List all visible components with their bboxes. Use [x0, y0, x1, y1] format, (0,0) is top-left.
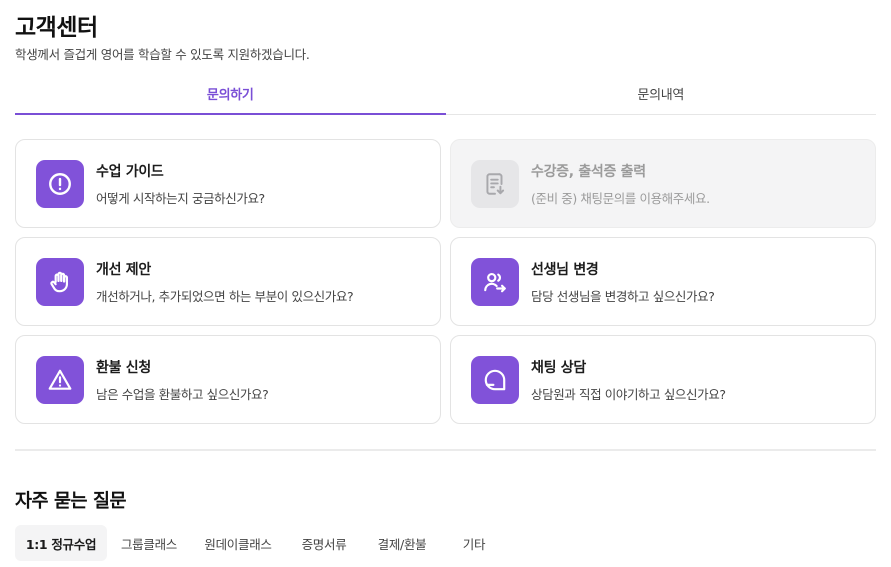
card-description: 담당 선생님을 변경하고 싶으신가요? [531, 288, 715, 304]
faq-tab-group-class[interactable]: 그룹클래스 [107, 525, 191, 561]
card-title: 수업 가이드 [96, 163, 164, 180]
inquiry-tabs: 문의하기 문의내역 [15, 72, 876, 115]
card-description: 개선하거나, 추가되었으면 하는 부분이 있으신가요? [96, 288, 354, 304]
card-description: (준비 중) 채팅문의를 이용해주세요. [531, 190, 710, 206]
user-switch-icon [471, 257, 519, 306]
card-description: 상담원과 직접 이야기하고 싶으신가요? [531, 386, 726, 402]
exclamation-circle-icon [36, 159, 84, 208]
faq-category-tabs: 1:1 정규수업 그룹클래스 원데이클래스 증명서류 결제/환불 기타 [15, 525, 507, 561]
page-title: 고객센터 [15, 15, 98, 41]
card-teacher-change[interactable]: 선생님 변경 담당 선생님을 변경하고 싶으신가요? [450, 237, 876, 326]
faq-tab-oneday-class[interactable]: 원데이클래스 [191, 525, 285, 561]
faq-tab-certificates[interactable]: 증명서류 [285, 525, 363, 561]
card-suggestion[interactable]: 개선 제안 개선하거나, 추가되었으면 하는 부분이 있으신가요? [15, 237, 441, 326]
warning-triangle-icon [36, 355, 84, 404]
tab-inquiry-history[interactable]: 문의내역 [446, 72, 877, 114]
card-description: 어떻게 시작하는지 궁금하신가요? [96, 190, 265, 206]
card-title: 개선 제안 [96, 261, 151, 278]
card-description: 남은 수업을 환불하고 싶으신가요? [96, 386, 269, 402]
document-download-icon [471, 159, 519, 208]
card-title: 선생님 변경 [531, 261, 599, 278]
card-title: 수강증, 출석증 출력 [531, 163, 646, 180]
faq-tab-payment-refund[interactable]: 결제/환불 [363, 525, 441, 561]
tab-inquiry[interactable]: 문의하기 [15, 72, 446, 115]
page-subtitle: 학생께서 즐겁게 영어를 학습할 수 있도록 지원하겠습니다. [15, 47, 310, 62]
card-title: 채팅 상담 [531, 359, 586, 376]
inquiry-card-grid: 수업 가이드 어떻게 시작하는지 궁금하신가요? 수강증, 출석증 출력 (준비… [15, 139, 876, 424]
card-chat-consult[interactable]: 채팅 상담 상담원과 직접 이야기하고 싶으신가요? [450, 335, 876, 424]
card-certificate-print: 수강증, 출석증 출력 (준비 중) 채팅문의를 이용해주세요. [450, 139, 876, 228]
card-class-guide[interactable]: 수업 가이드 어떻게 시작하는지 궁금하신가요? [15, 139, 441, 228]
section-divider [15, 449, 876, 451]
faq-tab-regular-class[interactable]: 1:1 정규수업 [15, 525, 107, 561]
card-title: 환불 신청 [96, 359, 151, 376]
faq-title: 자주 묻는 질문 [15, 491, 127, 512]
chat-bubble-icon [471, 355, 519, 404]
faq-tab-etc[interactable]: 기타 [441, 525, 507, 561]
raised-hand-icon [36, 257, 84, 306]
card-refund-request[interactable]: 환불 신청 남은 수업을 환불하고 싶으신가요? [15, 335, 441, 424]
